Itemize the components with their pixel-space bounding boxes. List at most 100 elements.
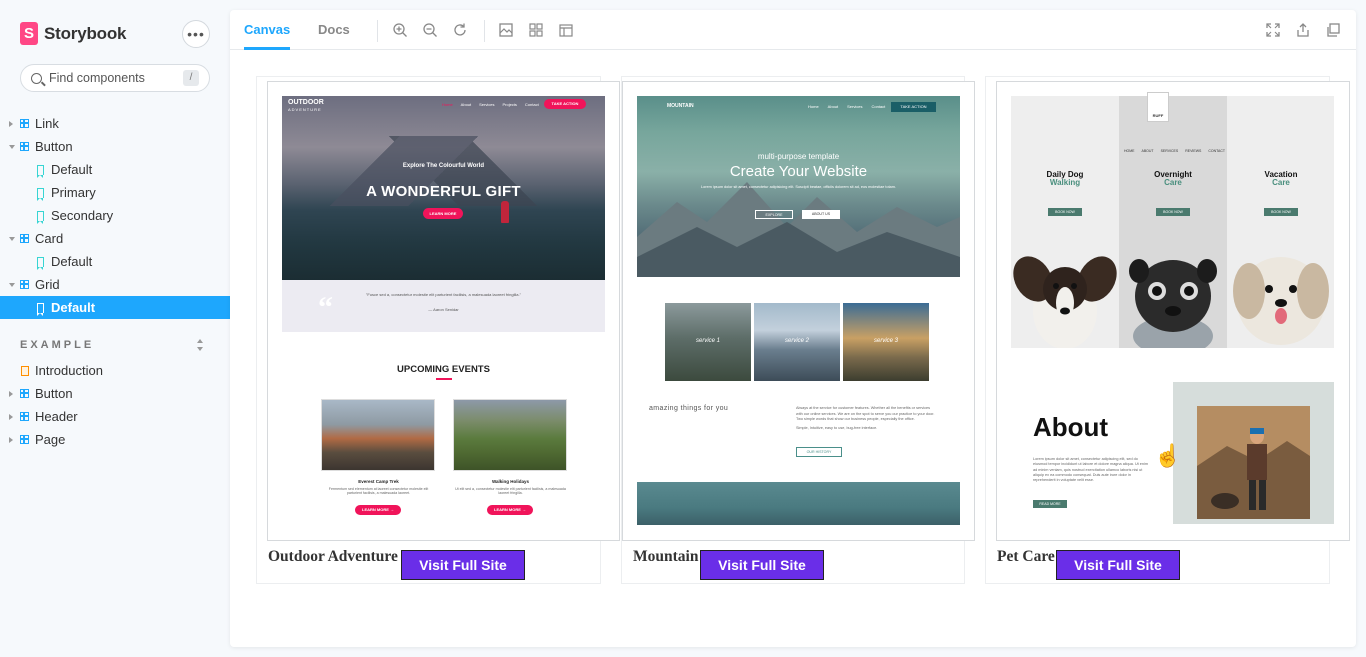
hero-button: LEARN MORE: [423, 208, 463, 219]
sidebar-item-label: Page: [35, 432, 66, 447]
sidebar-story-button-primary[interactable]: Primary: [0, 181, 230, 204]
sidebar-story-card-default[interactable]: Default: [0, 250, 230, 273]
section-heading: amazing things for you: [649, 405, 729, 412]
zoom-reset-icon[interactable]: [452, 22, 468, 38]
dog-photo: [1129, 259, 1217, 348]
bookmark-icon: [36, 187, 44, 201]
chevron-down-icon: [9, 144, 15, 149]
sidebar-item-label: Header: [35, 409, 78, 424]
hero-subtitle: multi-purpose template: [757, 152, 840, 161]
preview-panel: Canvas Docs OUTDOOR ADVENTURE Home About…: [230, 10, 1356, 647]
site-cta: TAKE ACTION: [544, 99, 586, 109]
component-icon: [20, 119, 29, 128]
search-input[interactable]: Find components /: [20, 64, 210, 92]
event-photo: [453, 399, 567, 471]
sidebar-item-example-button[interactable]: Button: [0, 382, 230, 405]
book-button: BOOK NOW: [1264, 208, 1298, 216]
share-icon[interactable]: [1295, 22, 1311, 38]
hero-headline: Create Your Website: [729, 163, 868, 180]
sidebar-story-button-default[interactable]: Default: [0, 158, 230, 181]
zoom-in-icon[interactable]: [392, 22, 408, 38]
service-label: service 3: [873, 338, 898, 344]
settings-menu-button[interactable]: •••: [182, 20, 210, 48]
service-title: Overnight Care: [1119, 171, 1227, 187]
site-nav: HOME ABOUT SERVICES REVIEWS CONTACT: [1124, 149, 1225, 153]
fullscreen-icon[interactable]: [1265, 22, 1281, 38]
sidebar-group-title: EXAMPLE: [20, 339, 95, 351]
bookmark-icon: [36, 164, 44, 178]
hero-person: [501, 201, 509, 223]
event-photo: [321, 399, 435, 471]
footer-image: [637, 482, 960, 525]
visit-full-site-button[interactable]: Visit Full Site: [1056, 550, 1180, 580]
brand[interactable]: S Storybook: [20, 22, 126, 45]
sidebar-item-button[interactable]: Button: [0, 135, 230, 158]
sidebar-item-header[interactable]: Header: [0, 405, 230, 428]
book-button: BOOK NOW: [1048, 208, 1082, 216]
service-subtitle: Care: [1272, 178, 1290, 187]
sidebar-story-grid-default[interactable]: Default: [0, 296, 230, 319]
hero-text: Lorem ipsum dolor sit amet, consectetur …: [701, 185, 896, 189]
section-paragraph: Always at the service for customer featu…: [796, 406, 935, 421]
visit-full-site-button[interactable]: Visit Full Site: [401, 550, 525, 580]
tab-docs[interactable]: Docs: [318, 10, 350, 50]
app-title: Storybook: [44, 23, 127, 43]
quote-section: “ "Fusce sed a, consectetur molestie eli…: [282, 280, 605, 332]
card-title: Mountain: [633, 548, 699, 565]
sidebar-item-label: Button: [35, 139, 73, 154]
site-nav-item: REVIEWS: [1185, 149, 1202, 153]
sidebar-item-label: Secondary: [51, 208, 114, 223]
sidebar-item-label: Default: [51, 300, 96, 315]
service-label: service 2: [784, 338, 809, 344]
sidebar-story-button-secondary[interactable]: Secondary: [0, 204, 230, 227]
sidebar-item-label: Introduction: [35, 363, 103, 378]
hero-image: MOUNTAIN Home About Services Contact TAK…: [637, 96, 960, 277]
events-title: UPCOMING EVENTS: [397, 364, 490, 375]
sidebar-item-grid[interactable]: Grid: [0, 273, 230, 296]
service-title: Daily Dog Walking: [1011, 171, 1119, 187]
visit-full-site-button[interactable]: Visit Full Site: [700, 550, 824, 580]
card-title: Outdoor Adventure: [268, 548, 398, 565]
event-button: LEARN MORE →: [355, 505, 401, 515]
copy-link-icon[interactable]: [1325, 22, 1341, 38]
sidebar-item-label: Default: [51, 254, 93, 269]
site-logo-sub: ADVENTURE: [288, 107, 322, 112]
document-icon: [21, 365, 29, 376]
grid-icon[interactable]: [528, 22, 544, 38]
service-subtitle: Care: [1164, 178, 1182, 187]
chevron-right-icon: [9, 436, 13, 443]
event-button: LEARN MORE →: [487, 505, 533, 515]
zoom-out-icon[interactable]: [422, 22, 438, 38]
sidebar-item-link[interactable]: Link: [0, 112, 230, 135]
sidebar-item-page[interactable]: Page: [0, 428, 230, 451]
sidebar-item-label: Default: [51, 162, 93, 177]
site-preview-mountain[interactable]: MOUNTAIN Home About Services Contact TAK…: [622, 81, 975, 541]
sidebar-item-card[interactable]: Card: [0, 227, 230, 250]
site-nav-item: Services: [479, 102, 495, 107]
background-icon[interactable]: [498, 22, 514, 38]
site-nav: Home About Services Projects Contact: [442, 102, 539, 107]
site-logo: OUTDOOR ADVENTURE: [288, 99, 324, 113]
site-nav-item: Projects: [502, 102, 517, 107]
site-nav-item: HOME: [1124, 149, 1135, 153]
site-preview-petcare[interactable]: HOME ABOUT SERVICES REVIEWS CONTACT Dail…: [996, 81, 1350, 541]
component-icon: [20, 234, 29, 243]
tab-canvas[interactable]: Canvas: [244, 10, 291, 50]
toolbar: Canvas Docs: [230, 10, 1356, 50]
sidebar-item-introduction[interactable]: Introduction: [0, 359, 230, 382]
chevron-right-icon: [9, 413, 13, 420]
site-nav-item: CONTACT: [1208, 149, 1226, 153]
site-nav-item: Contact: [524, 102, 539, 107]
measure-icon[interactable]: [558, 22, 574, 38]
canvas: OUTDOOR ADVENTURE Home About Services Pr…: [230, 51, 1356, 647]
chevron-down-icon: [9, 282, 15, 287]
quote-author: — Aaron Senidar: [428, 307, 459, 312]
site-preview-outdoor[interactable]: OUTDOOR ADVENTURE Home About Services Pr…: [267, 81, 620, 541]
history-button: OUR HISTORY: [796, 447, 842, 457]
service-title: Vacation Care: [1227, 171, 1335, 187]
example-tree: Introduction Button Header Page: [0, 359, 230, 451]
bookmark-icon: [36, 210, 44, 224]
expand-collapse-icon[interactable]: [197, 339, 204, 351]
event-text: Fermentum sed elementum at laoreet conse…: [328, 487, 429, 495]
sidebar-item-label: Card: [35, 231, 64, 246]
